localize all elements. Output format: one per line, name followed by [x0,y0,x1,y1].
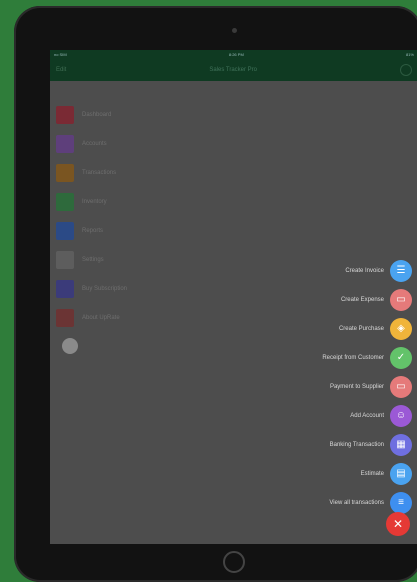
settings-icon [56,250,74,269]
menu-item-label: Settings [82,256,104,263]
payment-icon[interactable]: ▭ [390,375,412,398]
status-carrier: no SIM [54,52,67,57]
quick-action-item[interactable]: Receipt from Customer ✓ [322,343,412,372]
menu-item[interactable]: About UpRate [56,303,127,332]
menu-toggle-button[interactable] [62,338,78,354]
expense-icon[interactable]: ▭ [390,288,412,311]
menu-item-label: Reports [82,227,104,234]
receipt-icon[interactable]: ✓ [390,346,412,369]
quick-action-label: Payment to Supplier [329,383,384,390]
menu-item-label: About UpRate [82,314,120,321]
home-button[interactable] [223,551,245,573]
close-icon: ✕ [392,517,404,531]
menu-item-label: Accounts [82,140,107,147]
quick-action-item[interactable]: Payment to Supplier ▭ [322,372,412,401]
app-screen: no SIM 8:26 PM 81% Edit Sales Tracker Pr… [50,50,417,544]
quick-action-item[interactable]: Banking Transaction ▦ [322,430,412,459]
menu-item[interactable]: Transactions [56,158,127,187]
tablet-frame: no SIM 8:26 PM 81% Edit Sales Tracker Pr… [14,6,417,582]
nav-action-icon[interactable] [400,64,412,76]
quick-action-item[interactable]: Estimate ▤ [322,459,412,488]
edit-button[interactable]: Edit [56,67,66,73]
side-menu: Dashboard Accounts Transactions Inventory Re… [56,100,127,332]
bank-icon[interactable]: ▦ [390,433,412,456]
quick-action-item[interactable]: Create Expense ▭ [322,285,412,314]
camera-dot [232,28,237,33]
menu-item-label: Buy Subscription [82,285,128,292]
inventory-icon [56,192,74,211]
menu-item[interactable]: Accounts [56,129,127,158]
about-icon [56,308,74,327]
nav-title: Sales Tracker Pro [209,67,258,73]
quick-action-label: View all transactions [329,499,384,506]
quick-action-label: Create Purchase [338,325,384,332]
quick-action-item[interactable]: Create Invoice ☰ [322,256,412,285]
user-icon[interactable]: ☺ [390,404,412,427]
nav-bar: Edit Sales Tracker Pro [50,59,417,81]
estimate-icon[interactable]: ▤ [390,462,412,485]
quick-action-label: Create Invoice [345,267,384,274]
status-time: 8:26 PM [228,52,244,57]
menu-item[interactable]: Dashboard [56,100,127,129]
menu-item-label: Transactions [82,169,117,176]
quick-action-label: Create Expense [340,296,384,303]
invoice-icon[interactable]: ☰ [390,259,412,282]
menu-item[interactable]: Buy Subscription [56,274,127,303]
quick-action-label: Estimate [360,470,384,477]
status-bar: no SIM 8:26 PM 81% [50,50,417,59]
status-battery: 81% [405,52,414,57]
menu-item[interactable]: Reports [56,216,127,245]
menu-item-label: Inventory [82,198,107,205]
accounts-icon [56,134,74,153]
purchase-icon[interactable]: ◈ [390,317,412,340]
menu-item-label: Dashboard [82,111,112,118]
quick-action-label: Receipt from Customer [322,354,384,361]
quick-action-label: Add Account [350,412,384,419]
transactions-icon [56,163,74,182]
quick-action-menu: Create Invoice ☰ Create Expense ▭ Create Pur… [322,256,412,517]
quick-action-item[interactable]: Add Account ☺ [322,401,412,430]
subscription-icon [56,279,74,298]
menu-item[interactable]: Inventory [56,187,127,216]
menu-item[interactable]: Settings [56,245,127,274]
close-fab-button[interactable]: ✕ [386,512,410,536]
reports-icon [56,221,74,240]
dashboard-icon [56,105,74,124]
quick-action-item[interactable]: Create Purchase ◈ [322,314,412,343]
list-icon[interactable]: ≡ [390,491,412,514]
quick-action-label: Banking Transaction [329,441,384,448]
